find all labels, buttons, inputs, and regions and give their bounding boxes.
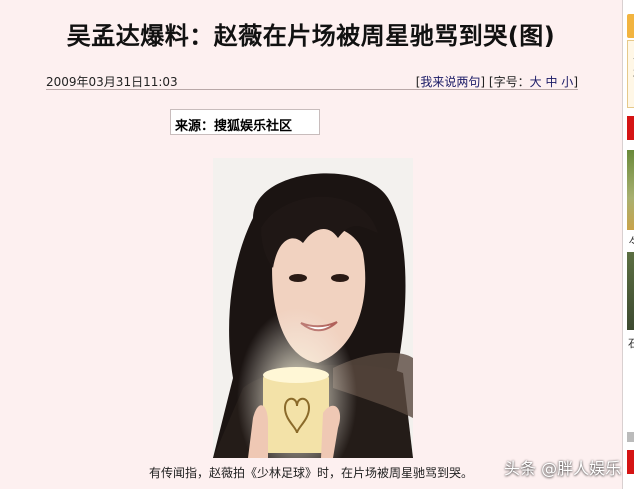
right-sidebar: 足 石 了 々 石 [622, 0, 634, 489]
sidebar-char-4: 々 [628, 235, 634, 248]
sidebar-char-5: 石 [628, 337, 634, 350]
sidebar-thumbnail[interactable] [627, 252, 634, 330]
sidebar-box: 足 石 了 [627, 40, 634, 108]
page: 吴孟达爆料：赵薇在片场被周星驰骂到哭(图) 2009年03月31日11:03 [… [0, 0, 634, 489]
article: 吴孟达爆料：赵薇在片场被周星驰骂到哭(图) 2009年03月31日11:03 [… [0, 0, 622, 489]
meta-tools: [我来说两句] [字号：大 中 小] [415, 75, 578, 89]
article-photo [213, 158, 413, 458]
sidebar-red-banner[interactable] [627, 116, 634, 140]
font-small-link[interactable]: 小 [561, 75, 573, 89]
photo-illustration [213, 158, 413, 458]
watermark: 头条 @胖人娱乐 [504, 459, 622, 478]
font-large-link[interactable]: 大 [530, 75, 542, 89]
article-meta: 2009年03月31日11:03 [我来说两句] [字号：大 中 小] [46, 72, 578, 90]
publish-date: 2009年03月31日11:03 [46, 75, 178, 89]
sidebar-tab[interactable] [627, 14, 634, 38]
source-box: 来源：搜狐娱乐社区 [170, 109, 320, 135]
comment-link[interactable]: 我来说两句 [420, 75, 480, 89]
sidebar-red-banner[interactable] [627, 450, 634, 474]
font-medium-link[interactable]: 中 [545, 75, 557, 89]
sidebar-thumbnail[interactable] [627, 150, 634, 230]
article-title: 吴孟达爆料：赵薇在片场被周星驰骂到哭(图) [66, 22, 556, 50]
font-size-label: 字号： [493, 75, 530, 89]
sidebar-divider [627, 432, 634, 442]
